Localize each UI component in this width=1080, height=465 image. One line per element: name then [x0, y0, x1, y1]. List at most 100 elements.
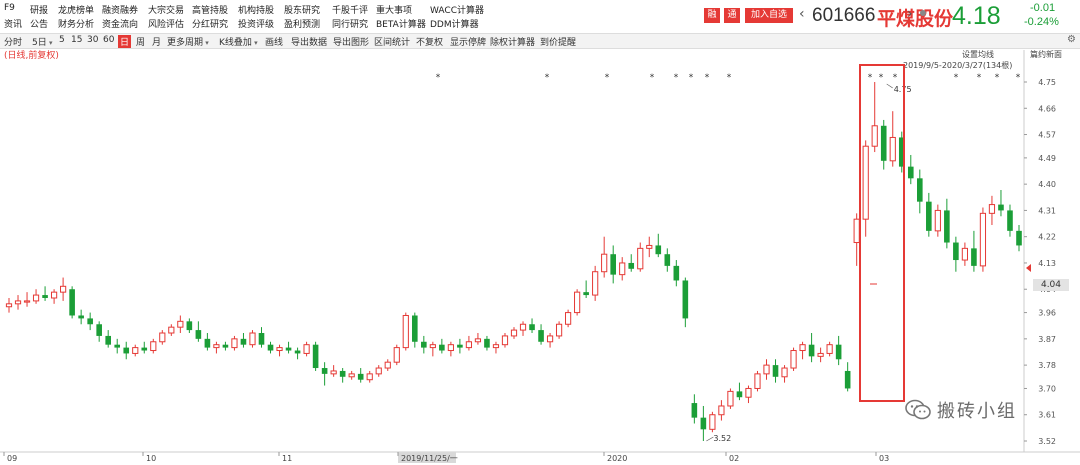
- candle-body: [1007, 210, 1013, 231]
- candle-body: [637, 247, 644, 270]
- candle-body: [971, 248, 977, 266]
- event-marker-icon: *: [954, 73, 959, 83]
- y-tick-label: 4.49: [1038, 154, 1056, 163]
- event-marker-icon: *: [879, 73, 884, 83]
- y-tick-label: 3.87: [1038, 335, 1056, 344]
- candle-body: [204, 338, 211, 348]
- candle-body: [213, 344, 220, 349]
- candle-body: [817, 352, 824, 357]
- event-marker-icon: *: [868, 73, 873, 83]
- low-label: 3.52: [713, 434, 731, 443]
- candle-body: [492, 344, 500, 349]
- candle-body: [619, 262, 626, 276]
- candle-body: [682, 280, 689, 319]
- candle-body: [781, 367, 788, 378]
- wechat-icon: [905, 399, 931, 421]
- candle-body: [926, 201, 932, 231]
- y-tick-label: 4.40: [1038, 180, 1056, 189]
- candle-body: [610, 254, 616, 275]
- candle-body: [357, 373, 364, 380]
- candle-body: [736, 391, 743, 398]
- high-pointer: [886, 83, 893, 89]
- candle-body: [132, 347, 139, 354]
- y-tick-label: 4.22: [1038, 233, 1056, 242]
- candle-body: [529, 324, 535, 331]
- candle-body: [105, 335, 111, 345]
- event-marker-icon: *: [545, 73, 550, 83]
- candle-body: [240, 338, 247, 345]
- candle-body: [835, 344, 842, 360]
- event-marker-icon: *: [893, 73, 898, 83]
- x-tick-label: 03: [879, 454, 889, 463]
- candle-body: [844, 370, 851, 389]
- candle-body: [14, 300, 22, 305]
- candle-body: [141, 347, 148, 351]
- watermark: 搬砖小组: [905, 397, 1017, 423]
- candle-body: [249, 332, 256, 346]
- candle-body: [718, 405, 725, 416]
- y-tick-label: 4.13: [1038, 259, 1056, 268]
- kline-chart[interactable]: 4.75 4.66 4.57 4.49 4.40 4.31 4.22 4.13 4.04 3.96…: [0, 0, 1080, 465]
- candle-body: [979, 212, 987, 267]
- candle-body: [763, 364, 770, 375]
- candle-body: [87, 318, 93, 325]
- candle-body: [321, 368, 328, 374]
- candle-body: [457, 344, 463, 348]
- candle-body: [601, 253, 608, 273]
- candle-body: [96, 324, 102, 336]
- candle-body: [186, 321, 193, 331]
- candle-body: [447, 344, 454, 352]
- candle-body: [402, 314, 409, 349]
- candle-body: [195, 330, 202, 339]
- y-tick-label: 3.61: [1038, 411, 1056, 420]
- candle-body: [294, 350, 301, 354]
- x-tick-label: 11: [282, 454, 292, 463]
- candle-body: [988, 204, 996, 214]
- candle-body: [439, 344, 445, 351]
- x-tick-label: 2020: [607, 454, 627, 463]
- candle-body: [429, 344, 436, 349]
- candle-body: [745, 387, 752, 398]
- y-tick-label: 4.66: [1038, 104, 1056, 113]
- y-tick-label: 3.96: [1038, 309, 1056, 318]
- candle-body: [646, 244, 653, 249]
- candle-body: [538, 330, 544, 342]
- high-label: 4.75: [894, 85, 912, 94]
- candle-body: [159, 332, 166, 343]
- y-tick-label: 4.31: [1038, 206, 1056, 215]
- candle-body: [700, 417, 707, 430]
- candle-body: [565, 312, 572, 325]
- candle-body: [231, 338, 238, 349]
- candle-body: [691, 403, 698, 418]
- candle-body: [78, 315, 84, 319]
- candle-body: [790, 350, 797, 369]
- candle-body: [330, 370, 337, 375]
- watermark-text: 搬砖小组: [937, 401, 1017, 422]
- candle-body: [519, 323, 527, 331]
- candle-body: [348, 373, 355, 378]
- candle-body: [285, 347, 292, 351]
- candle-body: [42, 295, 48, 298]
- candle-body: [998, 204, 1004, 211]
- event-marker-icon: *: [689, 73, 694, 83]
- candle-body: [501, 335, 509, 346]
- candle-body: [474, 338, 482, 343]
- candle-body: [384, 361, 391, 369]
- candle-body: [574, 291, 581, 314]
- candle-body: [5, 303, 13, 308]
- candle-body: [393, 347, 400, 363]
- candle-body: [655, 245, 662, 255]
- candle-body: [961, 247, 968, 261]
- candle-body: [258, 333, 265, 345]
- x-tick-label: 10: [146, 454, 156, 463]
- candle-body: [592, 271, 599, 296]
- event-marker-icon: *: [674, 73, 679, 83]
- x-tick-label: 02: [729, 454, 739, 463]
- event-marker-icon: *: [977, 73, 982, 83]
- candle-body: [953, 242, 959, 261]
- y-tick-label: 4.75: [1038, 78, 1056, 87]
- candle-body: [303, 344, 310, 354]
- candle-body: [177, 320, 184, 328]
- candle-body: [709, 414, 716, 430]
- candle-body: [772, 365, 779, 377]
